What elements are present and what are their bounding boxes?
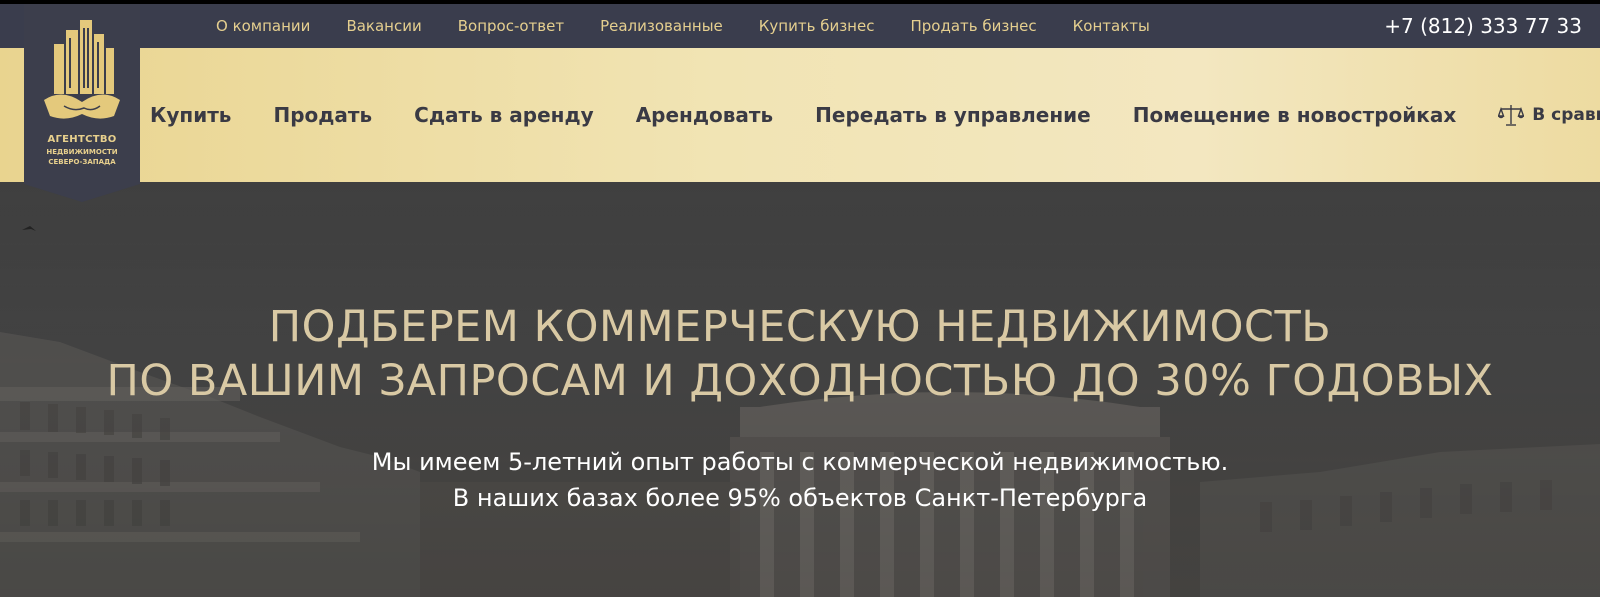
scales-icon (1498, 105, 1525, 126)
nav-item-new-buildings[interactable]: Помещение в новостройках (1133, 103, 1457, 127)
top-link-buy-business[interactable]: Купить бизнес (741, 17, 893, 35)
hero-title-line-1: ПОДБЕРЕМ КОММЕРЧЕСКУЮ НЕДВИЖИМОСТЬ (268, 302, 1332, 352)
compare-label: В сравнении (1532, 105, 1600, 125)
logo-line-2: НЕДВИЖИМОСТИ (46, 148, 118, 156)
logo[interactable]: АГЕНТСТВО НЕДВИЖИМОСТИ СЕВЕРО-ЗАПАДА (24, 4, 140, 202)
top-link-vacancies[interactable]: Вакансии (328, 17, 439, 35)
nav-item-buy[interactable]: Купить (150, 103, 231, 127)
hero-title-line-2: ПО ВАШИМ ЗАПРОСАМ И ДОХОДНОСТЬЮ ДО 30% Г… (106, 356, 1494, 406)
logo-line-1: АГЕНТСТВО (47, 134, 117, 145)
top-link-sell-business[interactable]: Продать бизнес (892, 17, 1054, 35)
compare-button[interactable]: В сравнении 0 (1498, 103, 1600, 127)
top-link-faq[interactable]: Вопрос-ответ (440, 17, 582, 35)
nav-item-rent[interactable]: Арендовать (636, 103, 773, 127)
phone-link[interactable]: +7 (812) 333 77 33 (1384, 14, 1582, 38)
main-nav: Купить Продать Сдать в аренду Арендовать… (0, 48, 1600, 182)
hero-subtitle-line-1: Мы имеем 5-летний опыт работы с коммерче… (371, 448, 1229, 476)
nav-item-management[interactable]: Передать в управление (815, 103, 1091, 127)
top-link-realized[interactable]: Реализованные (582, 17, 741, 35)
top-link-contacts[interactable]: Контакты (1055, 17, 1168, 35)
logo-line-3: СЕВЕРО-ЗАПАДА (48, 158, 116, 166)
top-bar: О компании Вакансии Вопрос-ответ Реализо… (0, 4, 1600, 48)
hero-banner: ПОДБЕРЕМ КОММЕРЧЕСКУЮ НЕДВИЖИМОСТЬ ПО ВА… (0, 182, 1600, 597)
nav-item-lease-out[interactable]: Сдать в аренду (414, 103, 594, 127)
main-nav-items: Купить Продать Сдать в аренду Арендовать… (150, 48, 1600, 182)
hero-title: ПОДБЕРЕМ КОММЕРЧЕСКУЮ НЕДВИЖИМОСТЬ ПО ВА… (0, 300, 1600, 408)
page: О компании Вакансии Вопрос-ответ Реализо… (0, 0, 1600, 597)
nav-item-sell[interactable]: Продать (273, 103, 372, 127)
top-links: О компании Вакансии Вопрос-ответ Реализо… (198, 4, 1168, 48)
hero-subtitle-line-2: В наших базах более 95% объектов Санкт-П… (452, 484, 1148, 512)
top-link-about[interactable]: О компании (198, 17, 328, 35)
hero-subtitle: Мы имеем 5-летний опыт работы с коммерче… (0, 444, 1600, 516)
logo-badge-icon (24, 4, 140, 202)
